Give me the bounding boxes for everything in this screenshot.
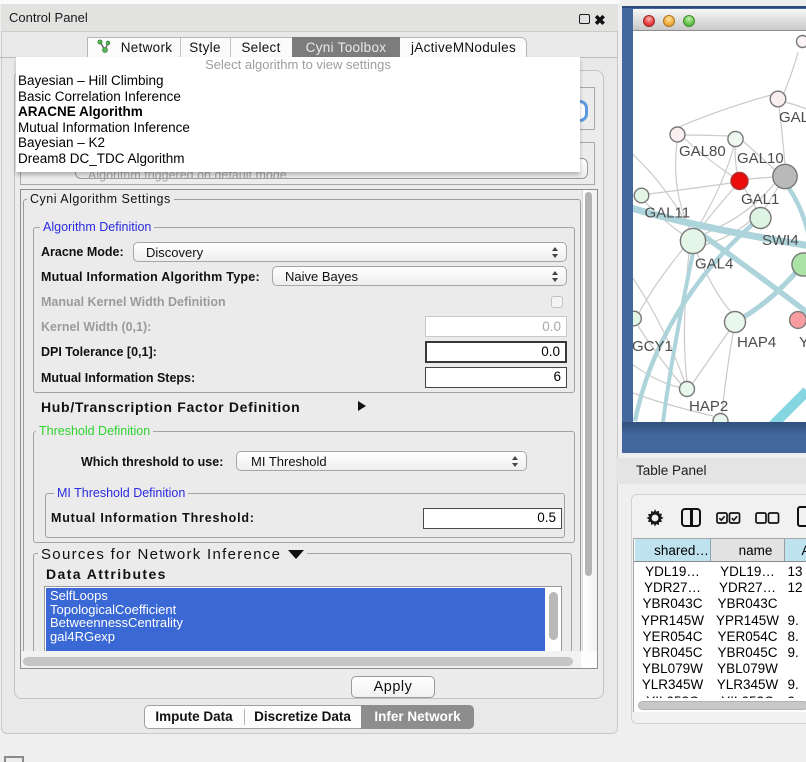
svg-text:GAL7: GAL7 bbox=[779, 109, 806, 126]
svg-text:GAL10: GAL10 bbox=[737, 150, 784, 167]
svg-text:GAL11: GAL11 bbox=[645, 205, 691, 222]
svg-text:GAL4: GAL4 bbox=[695, 256, 733, 273]
svg-text:GAL80: GAL80 bbox=[679, 143, 726, 160]
svg-text:YJ: YJ bbox=[799, 334, 806, 351]
svg-text:SWI4: SWI4 bbox=[762, 232, 799, 249]
svg-text:HAP2: HAP2 bbox=[689, 398, 728, 415]
svg-text:HAP4: HAP4 bbox=[737, 334, 776, 351]
svg-text:GCY1: GCY1 bbox=[633, 338, 673, 355]
svg-text:GAL1: GAL1 bbox=[741, 191, 779, 208]
